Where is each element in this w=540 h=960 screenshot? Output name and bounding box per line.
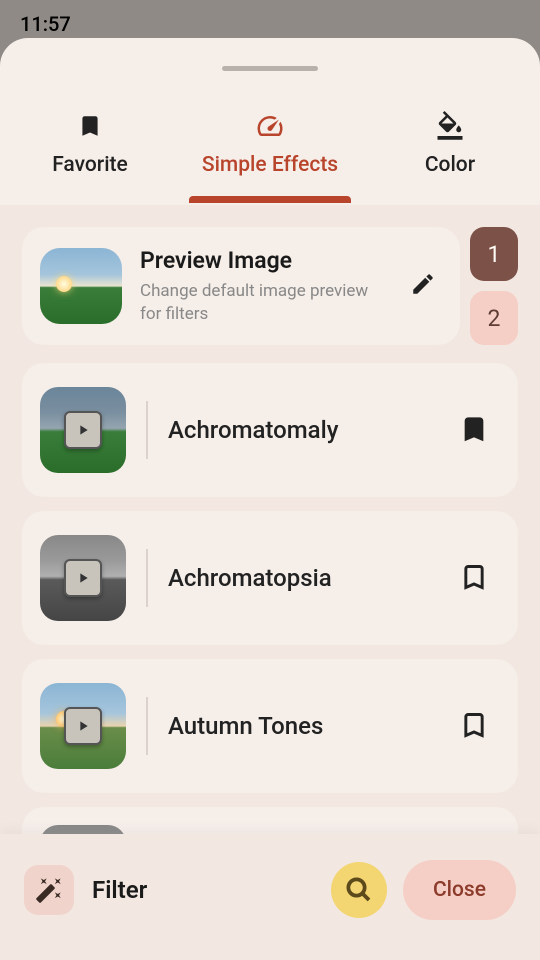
filter-name: Autumn Tones [168, 712, 440, 740]
close-button[interactable]: Close [403, 860, 516, 920]
preview-set-buttons: 1 2 [470, 227, 518, 345]
preview-info: Preview Image Change default image previ… [140, 247, 392, 324]
active-tab-indicator [189, 196, 351, 203]
bookmark-outline-icon[interactable] [460, 708, 490, 744]
filter-thumbnail [40, 535, 126, 621]
preview-row: Preview Image Change default image previ… [22, 227, 518, 345]
filter-name: Achromatopsia [168, 564, 440, 592]
preview-image-card[interactable]: Preview Image Change default image previ… [22, 227, 460, 345]
status-time: 11:57 [20, 12, 71, 36]
filter-item-achromatopsia[interactable]: Achromatopsia [22, 511, 518, 645]
set-1-button[interactable]: 1 [470, 227, 518, 281]
divider [146, 697, 148, 755]
tab-label-favorite: Favorite [52, 153, 128, 177]
divider [146, 401, 148, 459]
tab-label-color: Color [425, 153, 475, 177]
filter-chip[interactable]: Filter [24, 865, 147, 915]
search-icon [344, 875, 374, 905]
bookmark-outline-icon[interactable] [460, 560, 490, 596]
filter-item-achromatomaly[interactable]: Achromatomaly [22, 363, 518, 497]
paint-bucket-icon [435, 111, 465, 141]
preview-subtitle: Change default image preview for filters [140, 280, 392, 324]
tab-favorite[interactable]: Favorite [0, 111, 180, 203]
bottom-bar: Filter Close [0, 834, 540, 960]
filter-item-autumn-tones[interactable]: Autumn Tones [22, 659, 518, 793]
play-icon [64, 707, 102, 745]
tab-simple-effects[interactable]: Simple Effects [180, 111, 360, 203]
search-button[interactable] [331, 862, 387, 918]
speed-icon [255, 111, 285, 141]
play-icon [64, 559, 102, 597]
filter-thumbnail [40, 683, 126, 769]
preview-title: Preview Image [140, 247, 392, 274]
drag-handle[interactable] [222, 66, 318, 71]
tab-color[interactable]: Color [360, 111, 540, 203]
preview-thumbnail [40, 248, 122, 324]
bookmark-icon [75, 111, 105, 141]
bookmark-icon[interactable] [460, 412, 490, 448]
divider [146, 549, 148, 607]
filter-thumbnail [40, 387, 126, 473]
filter-name: Achromatomaly [168, 416, 440, 444]
tabs: Favorite Simple Effects Color [0, 91, 540, 203]
wand-icon [24, 865, 74, 915]
filter-label: Filter [92, 876, 147, 904]
set-2-button[interactable]: 2 [470, 291, 518, 345]
play-icon [64, 411, 102, 449]
sheet: Favorite Simple Effects Color Preview Im… [0, 38, 540, 960]
tab-label-simple: Simple Effects [202, 153, 338, 177]
edit-icon[interactable] [410, 271, 436, 301]
